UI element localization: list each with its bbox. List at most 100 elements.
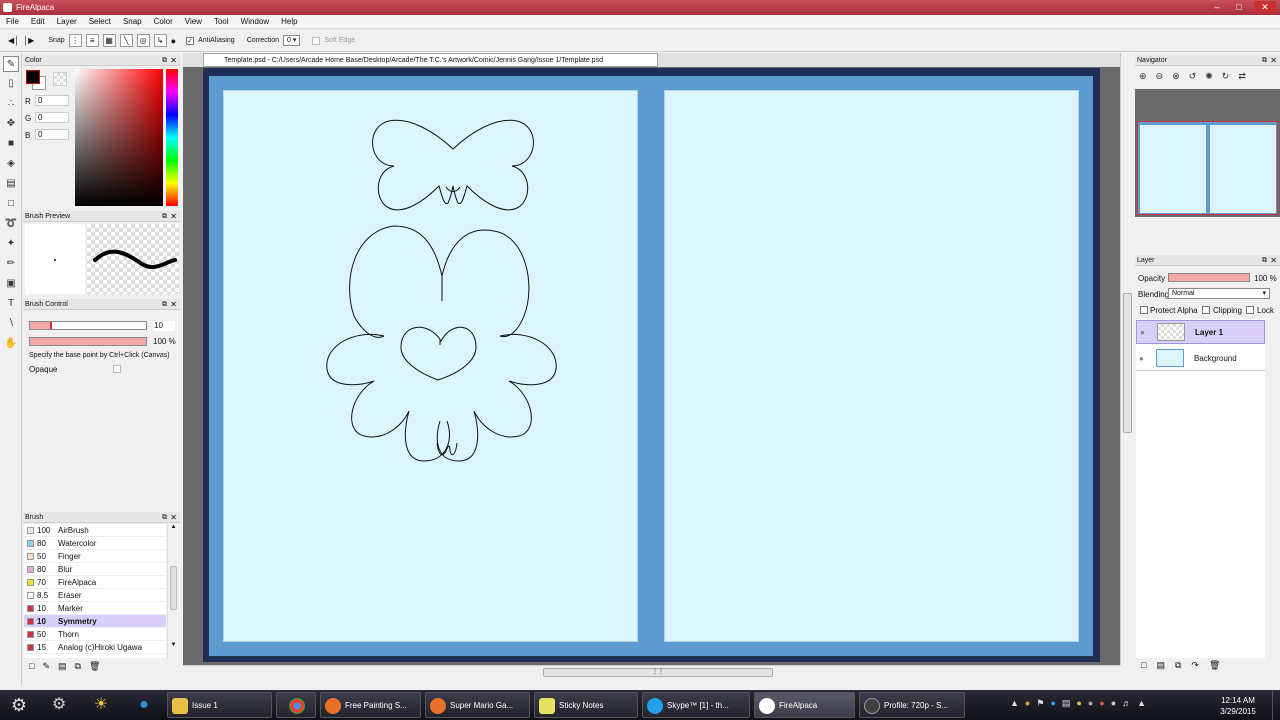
hand-tool-icon[interactable]: ✋ [3,336,19,352]
close-panel-icon[interactable]: ✕ [170,211,177,222]
delete-layer-icon[interactable]: 🗑 [1209,660,1220,671]
saturation-value-picker[interactable] [75,69,163,206]
rotate-right-icon[interactable]: ↻ [1222,71,1230,82]
select-pen-tool-icon[interactable]: ✏ [3,256,19,272]
brush-item[interactable]: 50 Thorn [24,628,166,641]
taskbar-item-obs[interactable]: Profile: 720p - S... [859,692,965,718]
menu-select[interactable]: Select [83,15,117,29]
taskbar-item-folder[interactable]: Issue 1 [167,692,272,718]
snap-grid-icon[interactable]: ▦ [102,34,116,47]
move-tool-icon[interactable]: ✥ [3,116,19,132]
undo-icon[interactable]: ◀│ [8,36,19,45]
maximize-button[interactable]: □ [1230,1,1248,13]
brush-opacity-value[interactable]: 100 % [153,337,176,346]
primary-color-swatch[interactable] [26,70,40,84]
network-icon[interactable]: ▲ [1137,698,1146,709]
comic-panel-right[interactable] [664,90,1079,642]
edit-brush-icon[interactable]: ✎ [42,661,50,672]
opaque-checkbox[interactable] [113,365,121,373]
tray-arrow-icon[interactable]: ▲ [1010,698,1019,709]
taskbar-item-chrome[interactable] [276,692,316,718]
visibility-eye-icon[interactable]: ● [1140,328,1145,337]
tray-skype-icon[interactable]: ● [1050,698,1055,709]
menu-snap[interactable]: Snap [117,15,148,29]
close-panel-icon[interactable]: ✕ [1270,55,1277,66]
rotate-left-icon[interactable]: ↺ [1189,71,1197,82]
tray-app3-icon[interactable]: ● [1088,698,1093,709]
show-desktop-button[interactable] [1272,690,1280,720]
float-icon[interactable]: ⧉ [1262,55,1267,66]
menu-view[interactable]: View [179,15,208,29]
menu-layer[interactable]: Layer [51,15,83,29]
settings-app-icon[interactable]: ⚙ [48,694,70,716]
select-eraser-tool-icon[interactable]: ▣ [3,276,19,292]
r-value-field[interactable]: 0 [35,95,69,106]
sun-app-icon[interactable]: ☀ [90,694,112,716]
text-tool-icon[interactable]: T [3,296,19,312]
navigator-view[interactable] [1135,89,1280,217]
new-brush-icon[interactable]: □ [29,661,34,672]
snap-parallel-icon[interactable]: ≡ [85,34,99,47]
new-folder-icon[interactable]: ▤ [1156,660,1165,671]
taskbar-item-firefox-painting[interactable]: Free Painting S... [320,692,421,718]
tray-flag-icon[interactable]: ⚑ [1036,698,1044,709]
tray-app4-icon[interactable]: ● [1099,698,1104,709]
snap-curve-icon[interactable]: ↳ [153,34,167,47]
redo-icon[interactable]: │▶ [23,36,34,45]
taskbar-item-sticky-notes[interactable]: Sticky Notes [534,692,638,718]
start-button-icon[interactable]: ⚙ [4,692,34,718]
snap-radial-icon[interactable]: ◎ [136,34,150,47]
float-icon[interactable]: ⧉ [162,55,167,66]
brush-size-value[interactable]: 10 [153,321,175,331]
browser-app-icon[interactable]: ● [133,694,155,716]
brush-item[interactable]: 70 FireAlpaca [24,576,166,589]
import-brush-icon[interactable]: ▤ [58,661,67,672]
clipping-checkbox[interactable] [1202,306,1210,314]
protect-alpha-checkbox[interactable] [1140,306,1148,314]
brush-item[interactable]: 100 AirBrush [24,524,166,537]
soft-edge-checkbox[interactable] [312,36,321,45]
menu-color[interactable]: Color [148,15,179,29]
brush-item[interactable]: 80 Watercolor [24,537,166,550]
comic-panel-left[interactable] [223,90,638,642]
lock-checkbox[interactable] [1246,306,1254,314]
magic-wand-tool-icon[interactable]: ✦ [3,236,19,252]
rotate-reset-icon[interactable]: ✺ [1205,71,1213,82]
layer-row[interactable]: ● Background [1136,347,1265,371]
g-value-field[interactable]: 0 [35,112,69,123]
blending-select[interactable]: Normal ▾ [1168,288,1270,299]
correction-select[interactable]: 0 ▾ [282,35,301,46]
float-icon[interactable]: ⧉ [162,211,167,222]
eyedropper-tool-icon[interactable]: ∖ [3,316,19,332]
document-tab[interactable]: Template.psd - C:/Users/Arcade Home Base… [203,53,658,67]
zoom-fit-icon[interactable]: ⊗ [1172,71,1180,82]
lasso-tool-icon[interactable]: ➰ [3,216,19,232]
bucket-tool-icon[interactable]: ◈ [3,156,19,172]
navigator-viewport[interactable] [1137,121,1278,215]
zoom-in-icon[interactable]: ⊕ [1139,71,1147,82]
menu-edit[interactable]: Edit [25,15,51,29]
select-tool-icon[interactable]: □ [3,196,19,212]
float-icon[interactable]: ⧉ [162,299,167,310]
transparent-swatch[interactable] [53,72,67,86]
close-panel-icon[interactable]: ✕ [170,55,177,66]
visibility-eye-icon[interactable]: ● [1139,354,1144,363]
pen-tool-icon[interactable]: ✎ [3,56,19,72]
brush-item-selected[interactable]: 10 Symmetry [24,615,166,628]
float-icon[interactable]: ⧉ [162,512,167,523]
layer-opacity-value[interactable]: 100 % [1254,274,1277,283]
menu-file[interactable]: File [0,15,25,29]
layer-opacity-slider[interactable] [1168,273,1250,282]
menu-window[interactable]: Window [235,15,275,29]
antialiasing-checkbox[interactable]: ✓ [186,36,195,45]
snap-perspective-icon[interactable]: ╲ [119,34,133,47]
brush-list-scrollbar[interactable]: ▲ ▼ [167,524,179,658]
hue-slider[interactable] [166,69,178,206]
horizontal-scrollbar[interactable]: ⋮⋮ [183,665,1120,679]
b-value-field[interactable]: 0 [35,129,69,140]
minimize-button[interactable]: – [1208,1,1226,13]
taskbar-item-firefox-mario[interactable]: Super Mario Ga... [425,692,530,718]
taskbar-item-skype[interactable]: Skype™ [1] - th... [642,692,750,718]
brush-item[interactable]: 50 Finger [24,550,166,563]
fill-rect-tool-icon[interactable]: ■ [3,136,19,152]
